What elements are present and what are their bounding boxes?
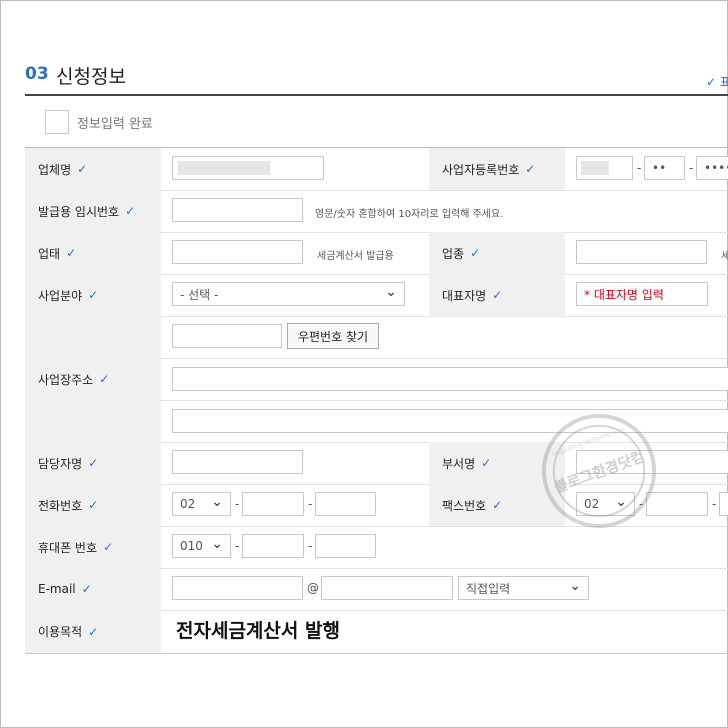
address-line2-input[interactable] (172, 409, 728, 433)
biztype-input[interactable] (172, 240, 303, 264)
required-check-icon: ✓ (99, 372, 110, 386)
company-input[interactable] (172, 156, 324, 180)
tempno-hint: 영문/숫자 혼합하여 10자리로 입력해 주세요. (315, 209, 504, 220)
application-form-table: 업체명✓ 사업자등록번호✓ - •• - ••••• 발급용 임시번호✓ 영문/… (25, 147, 728, 654)
blurred-company-name (178, 161, 270, 175)
required-check-icon: ✓ (66, 246, 77, 260)
required-check-icon: ✓ (525, 162, 536, 176)
divider (161, 400, 728, 401)
dash: - (308, 539, 313, 553)
mobile-prefix-select[interactable]: 010 (172, 534, 231, 558)
required-check-icon: ✓ (88, 624, 99, 639)
dept-input[interactable] (576, 450, 728, 474)
label-bizno: 사업자등록번호 ✓ (429, 148, 565, 190)
purpose-text: 전자세금계산서 발행 (172, 616, 344, 643)
dash: - (235, 539, 240, 553)
dash: - (308, 497, 313, 511)
zipcode-search-button[interactable]: 우편번호 찾기 (287, 323, 379, 349)
mobile-mid-input[interactable] (242, 534, 304, 558)
dash: - (637, 161, 642, 175)
label-dept: 부서명 ✓ (429, 442, 565, 484)
info-complete-checkbox[interactable] (45, 110, 69, 134)
phone-mid-input[interactable] (242, 492, 304, 516)
field-select[interactable]: - 선택 - (172, 282, 405, 306)
email-id-input[interactable] (172, 576, 303, 600)
label-purpose: 이용목적 ✓ (25, 610, 161, 653)
row-biztype: 업태 ✓ 세금계산서 발급용 업종 ✓ 세 (25, 232, 728, 275)
required-check-icon: ✓ (88, 288, 99, 302)
label-bizitem: 업종 ✓ (429, 232, 565, 274)
section-header: 03 신청정보 ✓ 표시 (25, 60, 728, 96)
info-complete-label: 정보입력 완료 (77, 117, 153, 132)
required-check-icon: ✓ (125, 204, 136, 218)
dash: - (712, 497, 717, 511)
email-domain-select[interactable]: 직접입력 (458, 576, 589, 600)
required-check-icon: ✓ (470, 246, 481, 260)
required-check-icon: ✓ (103, 540, 114, 554)
row-address: 사업장주소 ✓ 우편번호 찾기 (25, 316, 728, 443)
fax-mid-input[interactable] (646, 492, 708, 516)
row-email: E-mail ✓ @ 직접입력 (25, 568, 728, 611)
blurred-bizno (581, 161, 609, 175)
at-sign: @ (307, 581, 319, 595)
required-check-icon: ✓ (492, 288, 503, 302)
ceo-input[interactable]: * 대표자명 입력 (576, 282, 708, 306)
bizitem-hint: 세 (721, 251, 728, 262)
label-fax: 팩스번호 ✓ (429, 484, 565, 526)
bizno-part1-input[interactable] (576, 156, 633, 180)
label-address: 사업장주소 ✓ (25, 316, 161, 442)
dash: - (639, 497, 644, 511)
divider (161, 358, 728, 359)
address-line1-input[interactable] (172, 367, 728, 391)
required-check-icon: ✓ (81, 582, 92, 596)
bizitem-input[interactable] (576, 240, 707, 264)
row-mobile: 휴대폰 번호✓ 010 - - (25, 526, 728, 569)
required-note: ✓ 표시 (706, 75, 728, 89)
label-company: 업체명 ✓ (25, 148, 161, 190)
bizno-part2-input[interactable]: •• (644, 156, 685, 180)
required-check-icon: ✓ (88, 456, 99, 470)
mobile-last-input[interactable] (315, 534, 376, 558)
label-field: 사업분야 ✓ (25, 274, 161, 316)
fax-last-input[interactable] (719, 492, 728, 516)
zipcode-input[interactable] (172, 324, 282, 348)
row-tempno: 발급용 임시번호 ✓ 영문/숫자 혼합하여 10자리로 입력해 주세요. (25, 190, 728, 233)
required-check-icon: ✓ (77, 162, 88, 176)
dash: - (689, 161, 694, 175)
label-biztype: 업태 ✓ (25, 232, 161, 274)
row-manager: 담당자명 ✓ 부서명 ✓ (25, 442, 728, 485)
required-check-icon: ✓ (88, 498, 99, 512)
row-purpose: 이용목적 ✓ 전자세금계산서 발행 (25, 610, 728, 653)
label-manager: 담당자명 ✓ (25, 442, 161, 484)
manager-input[interactable] (172, 450, 303, 474)
tempno-input[interactable] (172, 198, 303, 222)
section-title: 신청정보 (56, 66, 126, 88)
required-check-icon: ✓ (492, 498, 503, 512)
label-email: E-mail ✓ (25, 568, 161, 610)
row-phone: 전화번호✓ 02 - - 팩스번호✓ 02 - - (25, 484, 728, 527)
bizno-part3-input[interactable]: ••••• (696, 156, 728, 180)
biztype-hint: 세금계산서 발급용 (317, 251, 394, 262)
fax-area-select[interactable]: 02 (576, 492, 635, 516)
label-ceo: 대표자명 ✓ (429, 274, 565, 316)
dash: - (235, 497, 240, 511)
phone-area-select[interactable]: 02 (172, 492, 231, 516)
label-mobile: 휴대폰 번호 ✓ (25, 526, 161, 568)
email-domain-input[interactable] (321, 576, 453, 600)
section-number: 03 (25, 64, 49, 84)
label-tempno: 발급용 임시번호 ✓ (25, 190, 161, 232)
phone-last-input[interactable] (315, 492, 376, 516)
row-field: 사업분야✓ - 선택 - 대표자명✓ * 대표자명 입력 (25, 274, 728, 317)
required-check-icon: ✓ (481, 456, 492, 470)
row-company: 업체명✓ 사업자등록번호✓ - •• - ••••• (25, 148, 728, 191)
label-phone: 전화번호 ✓ (25, 484, 161, 526)
